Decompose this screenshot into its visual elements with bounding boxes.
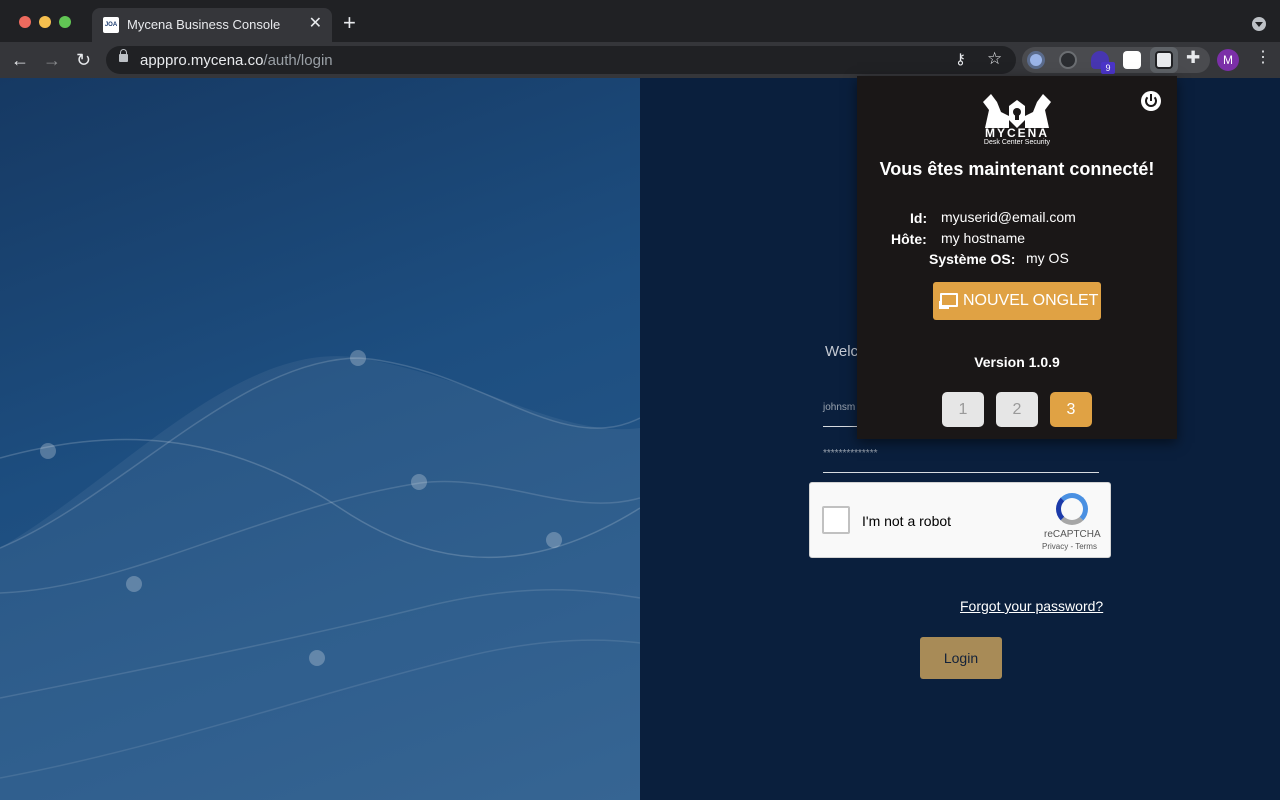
username-value[interactable]: johnsm: [823, 402, 855, 413]
recaptcha-logo-icon: [1056, 493, 1088, 525]
close-window-button[interactable]: [19, 16, 31, 28]
lock-icon[interactable]: [119, 49, 128, 62]
recaptcha-checkbox[interactable]: [822, 506, 850, 534]
extension-mycena-icon[interactable]: [1123, 51, 1141, 69]
menu-dots-icon[interactable]: ⋮: [1255, 48, 1271, 68]
logo-wordmark: MYCENA: [984, 126, 1049, 140]
reload-icon[interactable]: ↻: [76, 50, 91, 70]
tab-title: Mycena Business Console: [127, 17, 281, 32]
key-icon[interactable]: ⚷: [955, 50, 966, 68]
mycena-logo-icon: [983, 94, 1051, 128]
host-label: Hôte:: [891, 231, 927, 247]
version-text: Version 1.0.9: [974, 354, 1060, 370]
page-button-3[interactable]: 3: [1050, 392, 1092, 427]
forward-arrow-icon[interactable]: →: [43, 50, 61, 70]
extension-badge: 9: [1101, 62, 1115, 74]
extension-mycena-security-icon[interactable]: [1155, 51, 1173, 69]
browser-titlebar: JOA Mycena Business Console ✕ +: [0, 0, 1280, 42]
login-button[interactable]: Login: [920, 637, 1002, 679]
puzzle-icon[interactable]: ✚: [1186, 48, 1200, 68]
page-button-2[interactable]: 2: [996, 392, 1038, 427]
id-value: myuserid@email.com: [941, 209, 1076, 225]
os-value: my OS: [1026, 250, 1069, 266]
password-field[interactable]: **************: [823, 447, 1099, 473]
id-label: Id:: [910, 210, 928, 226]
decorative-wave-panel: [0, 78, 640, 800]
password-value[interactable]: **************: [823, 448, 877, 459]
close-tab-icon[interactable]: ✕: [309, 15, 322, 33]
mycena-extension-popup: MYCENA Desk Center Security Vous êtes ma…: [857, 76, 1177, 439]
address-bar[interactable]: apppro.mycena.co/auth/login ⚷ ☆: [106, 46, 1016, 74]
url-path: /auth/login: [263, 52, 333, 69]
minimize-window-button[interactable]: [39, 16, 51, 28]
new-tab-label: NOUVEL ONGLET: [963, 292, 1099, 309]
url-host: apppro.mycena.co: [140, 52, 264, 69]
power-icon[interactable]: [1141, 91, 1161, 111]
tab-search-icon[interactable]: [1252, 17, 1266, 31]
url-text[interactable]: apppro.mycena.co/auth/login: [140, 52, 333, 69]
browser-tab[interactable]: JOA Mycena Business Console ✕: [92, 8, 332, 42]
recaptcha-widget: I'm not a robot reCAPTCHA Privacy - Term…: [809, 482, 1111, 558]
back-arrow-icon[interactable]: ←: [11, 50, 29, 70]
host-value: my hostname: [941, 230, 1026, 246]
page-button-1[interactable]: 1: [942, 392, 984, 427]
forgot-password-link[interactable]: Forgot your password?: [960, 598, 1103, 614]
popup-title: Vous êtes maintenant connecté!: [879, 159, 1155, 179]
extension-ring-icon[interactable]: [1059, 51, 1077, 69]
os-label: Système OS:: [929, 251, 1016, 267]
mycena-favicon-icon: JOA: [103, 17, 119, 33]
recaptcha-label: I'm not a robot: [862, 513, 952, 529]
maximize-window-button[interactable]: [59, 16, 71, 28]
cast-screen-icon: [939, 293, 958, 309]
new-tab-button[interactable]: +: [343, 12, 356, 34]
recaptcha-brand: reCAPTCHA: [1044, 529, 1101, 540]
wave-graphic: [0, 350, 640, 800]
extension-circle-icon[interactable]: [1027, 51, 1045, 69]
extensions-strip: [1022, 47, 1210, 73]
star-icon[interactable]: ☆: [987, 49, 1002, 69]
new-tab-button[interactable]: NOUVEL ONGLET: [933, 282, 1101, 320]
recaptcha-terms-link[interactable]: Privacy - Terms: [1042, 542, 1097, 551]
logo-subtitle: Desk Center Security: [983, 139, 1051, 146]
welcome-heading: Welc: [825, 343, 859, 360]
profile-avatar[interactable]: M: [1217, 49, 1239, 71]
